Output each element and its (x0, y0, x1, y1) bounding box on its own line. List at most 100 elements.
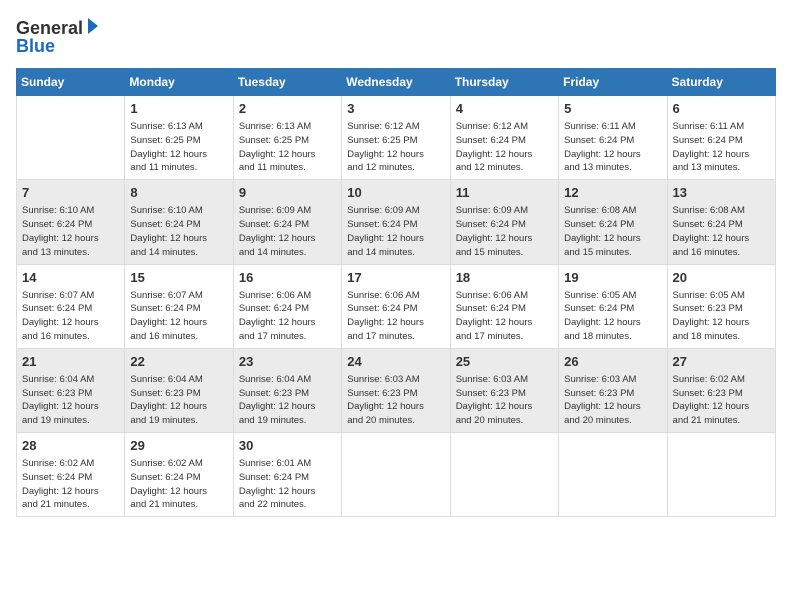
calendar-cell (17, 96, 125, 180)
day-info: Sunrise: 6:12 AM Sunset: 6:24 PM Dayligh… (456, 120, 553, 175)
calendar-cell: 7 Sunrise: 6:10 AM Sunset: 6:24 PM Daylig… (17, 180, 125, 264)
calendar-cell: 10Sunrise: 6:09 AM Sunset: 6:24 PM Dayli… (342, 180, 450, 264)
day-info: Sunrise: 6:09 AM Sunset: 6:24 PM Dayligh… (456, 204, 553, 259)
calendar-week-row: 14 Sunrise: 6:07 AM Sunset: 6:24 PM Dayli… (17, 264, 776, 348)
calendar-cell: 9Sunrise: 6:09 AM Sunset: 6:24 PM Daylig… (233, 180, 341, 264)
day-number: 1 (130, 100, 227, 118)
calendar-week-row: 7 Sunrise: 6:10 AM Sunset: 6:24 PM Daylig… (17, 180, 776, 264)
day-info: Sunrise: 6:02 AM Sunset: 6:23 PM Dayligh… (673, 373, 770, 428)
calendar-table: SundayMondayTuesdayWednesdayThursdayFrid… (16, 68, 776, 517)
day-number: 28 (22, 437, 119, 455)
day-number: 30 (239, 437, 336, 455)
day-info: Sunrise: 6:06 AM Sunset: 6:24 PM Dayligh… (239, 289, 336, 344)
calendar-cell: 4 Sunrise: 6:12 AM Sunset: 6:24 PM Daylig… (450, 96, 558, 180)
day-number: 18 (456, 269, 553, 287)
day-number: 15 (130, 269, 227, 287)
day-info: Sunrise: 6:04 AM Sunset: 6:23 PM Dayligh… (239, 373, 336, 428)
day-info: Sunrise: 6:06 AM Sunset: 6:24 PM Dayligh… (347, 289, 444, 344)
day-info: Sunrise: 6:02 AM Sunset: 6:24 PM Dayligh… (22, 457, 119, 512)
calendar-cell: 6 Sunrise: 6:11 AM Sunset: 6:24 PM Daylig… (667, 96, 775, 180)
calendar-cell: 23 Sunrise: 6:04 AM Sunset: 6:23 PM Dayli… (233, 348, 341, 432)
calendar-cell: 29Sunrise: 6:02 AM Sunset: 6:24 PM Dayli… (125, 433, 233, 517)
day-info: Sunrise: 6:03 AM Sunset: 6:23 PM Dayligh… (564, 373, 661, 428)
calendar-cell: 13 Sunrise: 6:08 AM Sunset: 6:24 PM Dayli… (667, 180, 775, 264)
calendar-cell: 14 Sunrise: 6:07 AM Sunset: 6:24 PM Dayli… (17, 264, 125, 348)
logo-svg: GeneralBlue (16, 16, 106, 58)
day-info: Sunrise: 6:07 AM Sunset: 6:24 PM Dayligh… (22, 289, 119, 344)
day-number: 22 (130, 353, 227, 371)
day-info: Sunrise: 6:08 AM Sunset: 6:24 PM Dayligh… (673, 204, 770, 259)
day-info: Sunrise: 6:05 AM Sunset: 6:23 PM Dayligh… (673, 289, 770, 344)
day-info: Sunrise: 6:01 AM Sunset: 6:24 PM Dayligh… (239, 457, 336, 512)
calendar-cell: 3Sunrise: 6:12 AM Sunset: 6:25 PM Daylig… (342, 96, 450, 180)
day-number: 7 (22, 184, 119, 202)
day-of-week-header: Saturday (667, 69, 775, 96)
day-number: 13 (673, 184, 770, 202)
day-of-week-header: Thursday (450, 69, 558, 96)
day-number: 12 (564, 184, 661, 202)
day-info: Sunrise: 6:03 AM Sunset: 6:23 PM Dayligh… (456, 373, 553, 428)
calendar-cell: 27 Sunrise: 6:02 AM Sunset: 6:23 PM Dayli… (667, 348, 775, 432)
calendar-cell (559, 433, 667, 517)
day-of-week-header: Monday (125, 69, 233, 96)
calendar-cell: 17Sunrise: 6:06 AM Sunset: 6:24 PM Dayli… (342, 264, 450, 348)
day-info: Sunrise: 6:03 AM Sunset: 6:23 PM Dayligh… (347, 373, 444, 428)
day-info: Sunrise: 6:04 AM Sunset: 6:23 PM Dayligh… (22, 373, 119, 428)
day-info: Sunrise: 6:10 AM Sunset: 6:24 PM Dayligh… (22, 204, 119, 259)
calendar-cell: 1 Sunrise: 6:13 AM Sunset: 6:25 PM Daylig… (125, 96, 233, 180)
day-number: 19 (564, 269, 661, 287)
day-info: Sunrise: 6:10 AM Sunset: 6:24 PM Dayligh… (130, 204, 227, 259)
day-of-week-header: Friday (559, 69, 667, 96)
day-number: 14 (22, 269, 119, 287)
day-number: 20 (673, 269, 770, 287)
day-info: Sunrise: 6:07 AM Sunset: 6:24 PM Dayligh… (130, 289, 227, 344)
day-info: Sunrise: 6:05 AM Sunset: 6:24 PM Dayligh… (564, 289, 661, 344)
day-number: 10 (347, 184, 444, 202)
day-number: 4 (456, 100, 553, 118)
day-number: 2 (239, 100, 336, 118)
calendar-cell: 30 Sunrise: 6:01 AM Sunset: 6:24 PM Dayli… (233, 433, 341, 517)
calendar-week-row: 28 Sunrise: 6:02 AM Sunset: 6:24 PM Dayli… (17, 433, 776, 517)
calendar-cell: 20 Sunrise: 6:05 AM Sunset: 6:23 PM Dayli… (667, 264, 775, 348)
day-info: Sunrise: 6:04 AM Sunset: 6:23 PM Dayligh… (130, 373, 227, 428)
calendar-cell: 26 Sunrise: 6:03 AM Sunset: 6:23 PM Dayli… (559, 348, 667, 432)
day-number: 24 (347, 353, 444, 371)
day-number: 21 (22, 353, 119, 371)
calendar-week-row: 21 Sunrise: 6:04 AM Sunset: 6:23 PM Dayli… (17, 348, 776, 432)
calendar-cell: 24 Sunrise: 6:03 AM Sunset: 6:23 PM Dayli… (342, 348, 450, 432)
day-info: Sunrise: 6:12 AM Sunset: 6:25 PM Dayligh… (347, 120, 444, 175)
day-number: 23 (239, 353, 336, 371)
calendar-cell: 15 Sunrise: 6:07 AM Sunset: 6:24 PM Dayli… (125, 264, 233, 348)
calendar-cell: 5Sunrise: 6:11 AM Sunset: 6:24 PM Daylig… (559, 96, 667, 180)
day-number: 16 (239, 269, 336, 287)
day-number: 5 (564, 100, 661, 118)
day-of-week-header: Tuesday (233, 69, 341, 96)
day-info: Sunrise: 6:13 AM Sunset: 6:25 PM Dayligh… (130, 120, 227, 175)
day-number: 6 (673, 100, 770, 118)
calendar-cell: 8 Sunrise: 6:10 AM Sunset: 6:24 PM Daylig… (125, 180, 233, 264)
day-info: Sunrise: 6:11 AM Sunset: 6:24 PM Dayligh… (673, 120, 770, 175)
calendar-cell: 2 Sunrise: 6:13 AM Sunset: 6:25 PM Daylig… (233, 96, 341, 180)
day-number: 11 (456, 184, 553, 202)
day-number: 8 (130, 184, 227, 202)
calendar-cell (342, 433, 450, 517)
day-info: Sunrise: 6:13 AM Sunset: 6:25 PM Dayligh… (239, 120, 336, 175)
logo: GeneralBlue (16, 16, 106, 58)
day-number: 25 (456, 353, 553, 371)
calendar-cell: 11 Sunrise: 6:09 AM Sunset: 6:24 PM Dayli… (450, 180, 558, 264)
day-of-week-header: Sunday (17, 69, 125, 96)
day-info: Sunrise: 6:06 AM Sunset: 6:24 PM Dayligh… (456, 289, 553, 344)
svg-text:Blue: Blue (16, 36, 55, 56)
day-info: Sunrise: 6:02 AM Sunset: 6:24 PM Dayligh… (130, 457, 227, 512)
day-info: Sunrise: 6:08 AM Sunset: 6:24 PM Dayligh… (564, 204, 661, 259)
calendar-cell: 16 Sunrise: 6:06 AM Sunset: 6:24 PM Dayli… (233, 264, 341, 348)
day-number: 27 (673, 353, 770, 371)
calendar-body: 1 Sunrise: 6:13 AM Sunset: 6:25 PM Daylig… (17, 96, 776, 517)
calendar-cell: 21 Sunrise: 6:04 AM Sunset: 6:23 PM Dayli… (17, 348, 125, 432)
day-number: 26 (564, 353, 661, 371)
calendar-cell: 25 Sunrise: 6:03 AM Sunset: 6:23 PM Dayli… (450, 348, 558, 432)
svg-text:General: General (16, 18, 83, 38)
calendar-cell: 18 Sunrise: 6:06 AM Sunset: 6:24 PM Dayli… (450, 264, 558, 348)
day-number: 9 (239, 184, 336, 202)
days-header-row: SundayMondayTuesdayWednesdayThursdayFrid… (17, 69, 776, 96)
